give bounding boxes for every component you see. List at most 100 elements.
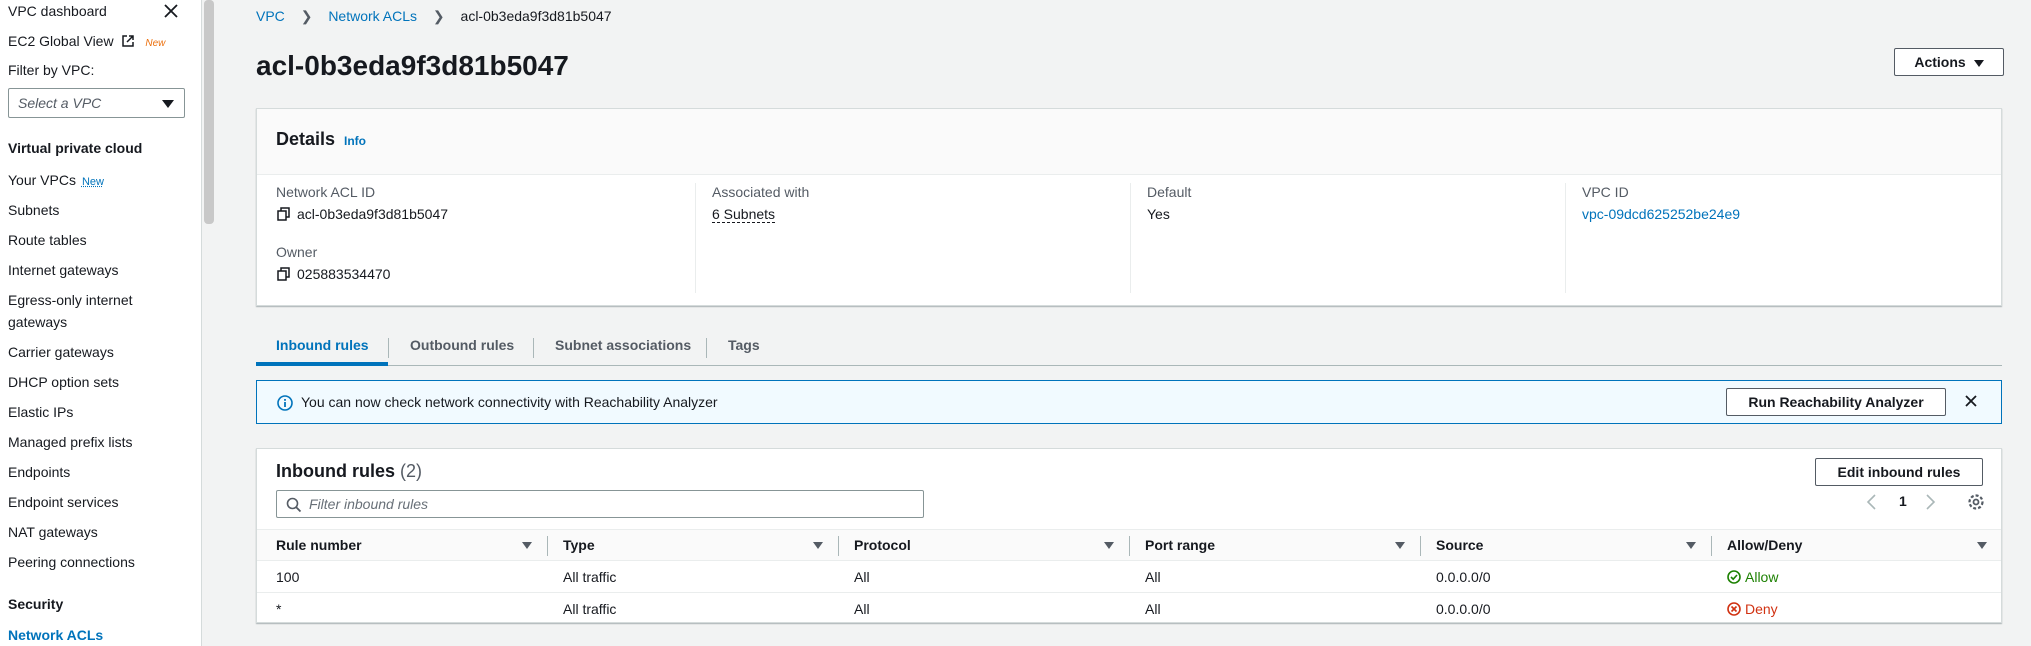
tab-tags[interactable]: Tags	[728, 337, 760, 353]
caret-down-icon[interactable]	[813, 542, 823, 549]
table-row: 100 All traffic All All 0.0.0.0/0 Allow	[257, 561, 2001, 593]
sidebar-item-elastic-ips[interactable]: Elastic IPs	[8, 404, 73, 420]
search-icon	[286, 497, 302, 513]
tab-inbound-rules[interactable]: Inbound rules	[276, 337, 369, 353]
cell-rule-number: 100	[276, 569, 300, 585]
caret-down-icon[interactable]	[1686, 542, 1696, 549]
caret-down-icon[interactable]	[1977, 542, 1987, 549]
rules-count: (2)	[400, 461, 423, 481]
copy-icon[interactable]	[277, 267, 290, 281]
column-divider	[1130, 183, 1131, 293]
cell-allow-deny: Deny	[1727, 601, 1778, 617]
network-acl-id-value: acl-0b3eda9f3d81b5047	[297, 206, 449, 222]
cell-allow-deny: Allow	[1727, 569, 1778, 585]
active-tab-indicator	[256, 362, 388, 366]
sidebar-item-your-vpcs[interactable]: Your VPCs New	[8, 172, 104, 188]
breadcrumb-current: acl-0b3eda9f3d81b5047	[460, 8, 612, 24]
breadcrumb: VPC ❯ Network ACLs ❯ acl-0b3eda9f3d81b50…	[256, 8, 612, 25]
chevron-left-icon[interactable]	[1865, 493, 1879, 511]
column-header-port-range[interactable]: Port range	[1145, 537, 1215, 553]
chevron-right-icon[interactable]	[1923, 493, 1937, 511]
sidebar-item-internet-gateways[interactable]: Internet gateways	[8, 262, 119, 278]
run-reachability-analyzer-button[interactable]: Run Reachability Analyzer	[1726, 388, 1946, 416]
filter-by-vpc-label: Filter by VPC:	[8, 62, 95, 78]
vpc-id-link[interactable]: vpc-09dcd625252be24e9	[1582, 206, 1740, 222]
sidebar-item-endpoint-services[interactable]: Endpoint services	[8, 494, 119, 510]
cell-type: All traffic	[563, 601, 617, 617]
owner-value: 025883534470	[297, 266, 391, 282]
details-title: Details	[276, 129, 336, 149]
actions-button[interactable]: Actions	[1894, 48, 2004, 76]
owner-label: Owner	[276, 244, 318, 260]
gear-icon[interactable]	[1967, 493, 1985, 511]
caret-down-icon[interactable]	[1104, 542, 1114, 549]
caret-down-icon[interactable]	[1395, 542, 1405, 549]
close-icon[interactable]	[1963, 393, 1979, 409]
rules-title-text: Inbound rules	[276, 461, 395, 481]
sidebar-item-network-acls[interactable]: Network ACLs	[8, 627, 103, 643]
new-badge: New	[145, 38, 166, 49]
sidebar-item-dhcp-option-sets[interactable]: DHCP option sets	[8, 374, 119, 390]
sidebar-item-ec2-global-view[interactable]: EC2 Global View New	[8, 33, 165, 49]
sidebar-item-carrier-gateways[interactable]: Carrier gateways	[8, 344, 114, 360]
page-number[interactable]: 1	[1899, 493, 1907, 509]
table-row: * All traffic All All 0.0.0.0/0 Deny	[257, 593, 2001, 625]
x-circle-icon	[1727, 602, 1741, 616]
breadcrumb-vpc[interactable]: VPC	[256, 8, 285, 24]
new-badge: New	[81, 176, 104, 188]
chevron-right-icon: ❯	[300, 8, 313, 24]
column-divider	[1565, 183, 1566, 293]
cell-protocol: All	[854, 569, 870, 585]
details-panel: Details Info Network ACL ID acl-0b3eda9f…	[256, 108, 2002, 306]
inbound-rules-panel: Inbound rules (2) 1 Rule number Type Pro…	[256, 448, 2002, 623]
section-security[interactable]: Security	[8, 596, 63, 612]
close-icon[interactable]	[162, 2, 180, 20]
sidebar-scrollbar[interactable]	[204, 0, 214, 224]
default-value: Yes	[1147, 206, 1170, 222]
column-separator[interactable]	[547, 536, 548, 556]
column-separator[interactable]	[1711, 536, 1712, 556]
column-header-allow-deny[interactable]: Allow/Deny	[1727, 537, 1802, 553]
sidebar-item-vpc-dashboard[interactable]: VPC dashboard	[8, 3, 107, 19]
sidebar-item-route-tables[interactable]: Route tables	[8, 232, 87, 248]
column-header-rule-number[interactable]: Rule number	[276, 537, 362, 553]
breadcrumb-network-acls[interactable]: Network ACLs	[328, 8, 417, 24]
sidebar-item-endpoints[interactable]: Endpoints	[8, 464, 70, 480]
external-link-icon	[122, 35, 135, 47]
tab-separator	[706, 338, 707, 358]
sidebar-item-label: EC2 Global View	[8, 33, 114, 49]
status-deny: Deny	[1745, 601, 1778, 617]
column-separator[interactable]	[1129, 536, 1130, 556]
edit-inbound-rules-button[interactable]: Edit inbound rules	[1815, 458, 1983, 486]
column-header-protocol[interactable]: Protocol	[854, 537, 911, 553]
info-link[interactable]: Info	[344, 134, 366, 148]
cell-port-range: All	[1145, 601, 1161, 617]
vpc-id-label: VPC ID	[1582, 184, 1629, 200]
details-header: Details Info	[257, 109, 2001, 175]
filter-inbound-rules[interactable]	[276, 490, 924, 518]
tab-subnet-associations[interactable]: Subnet associations	[555, 337, 691, 353]
filter-input[interactable]	[309, 495, 909, 513]
copy-icon[interactable]	[277, 207, 290, 221]
sidebar-item-subnets[interactable]: Subnets	[8, 202, 59, 218]
cell-source: 0.0.0.0/0	[1436, 601, 1491, 617]
page-title: acl-0b3eda9f3d81b5047	[256, 50, 569, 81]
sidebar-item-nat-gateways[interactable]: NAT gateways	[8, 524, 98, 540]
sidebar-item-egress-only-internet-gateways-cont[interactable]: gateways	[8, 314, 67, 330]
column-separator[interactable]	[838, 536, 839, 556]
vpc-select[interactable]: Select a VPC	[8, 88, 185, 118]
associated-subnets-link[interactable]: 6 Subnets	[712, 206, 776, 223]
caret-down-icon[interactable]	[522, 542, 532, 549]
cell-rule-number: *	[276, 601, 282, 617]
sidebar-item-managed-prefix-lists[interactable]: Managed prefix lists	[8, 434, 133, 450]
section-virtual-private-cloud[interactable]: Virtual private cloud	[8, 140, 142, 156]
sidebar-item-egress-only-internet-gateways[interactable]: Egress-only internet	[8, 292, 133, 308]
column-header-source[interactable]: Source	[1436, 537, 1483, 553]
sidebar-item-peering-connections[interactable]: Peering connections	[8, 554, 135, 570]
column-separator[interactable]	[1420, 536, 1421, 556]
column-header-type[interactable]: Type	[563, 537, 595, 553]
sidebar-item-label: Your VPCs	[8, 172, 76, 188]
cell-protocol: All	[854, 601, 870, 617]
tab-outbound-rules[interactable]: Outbound rules	[410, 337, 514, 353]
tab-separator	[533, 338, 534, 358]
